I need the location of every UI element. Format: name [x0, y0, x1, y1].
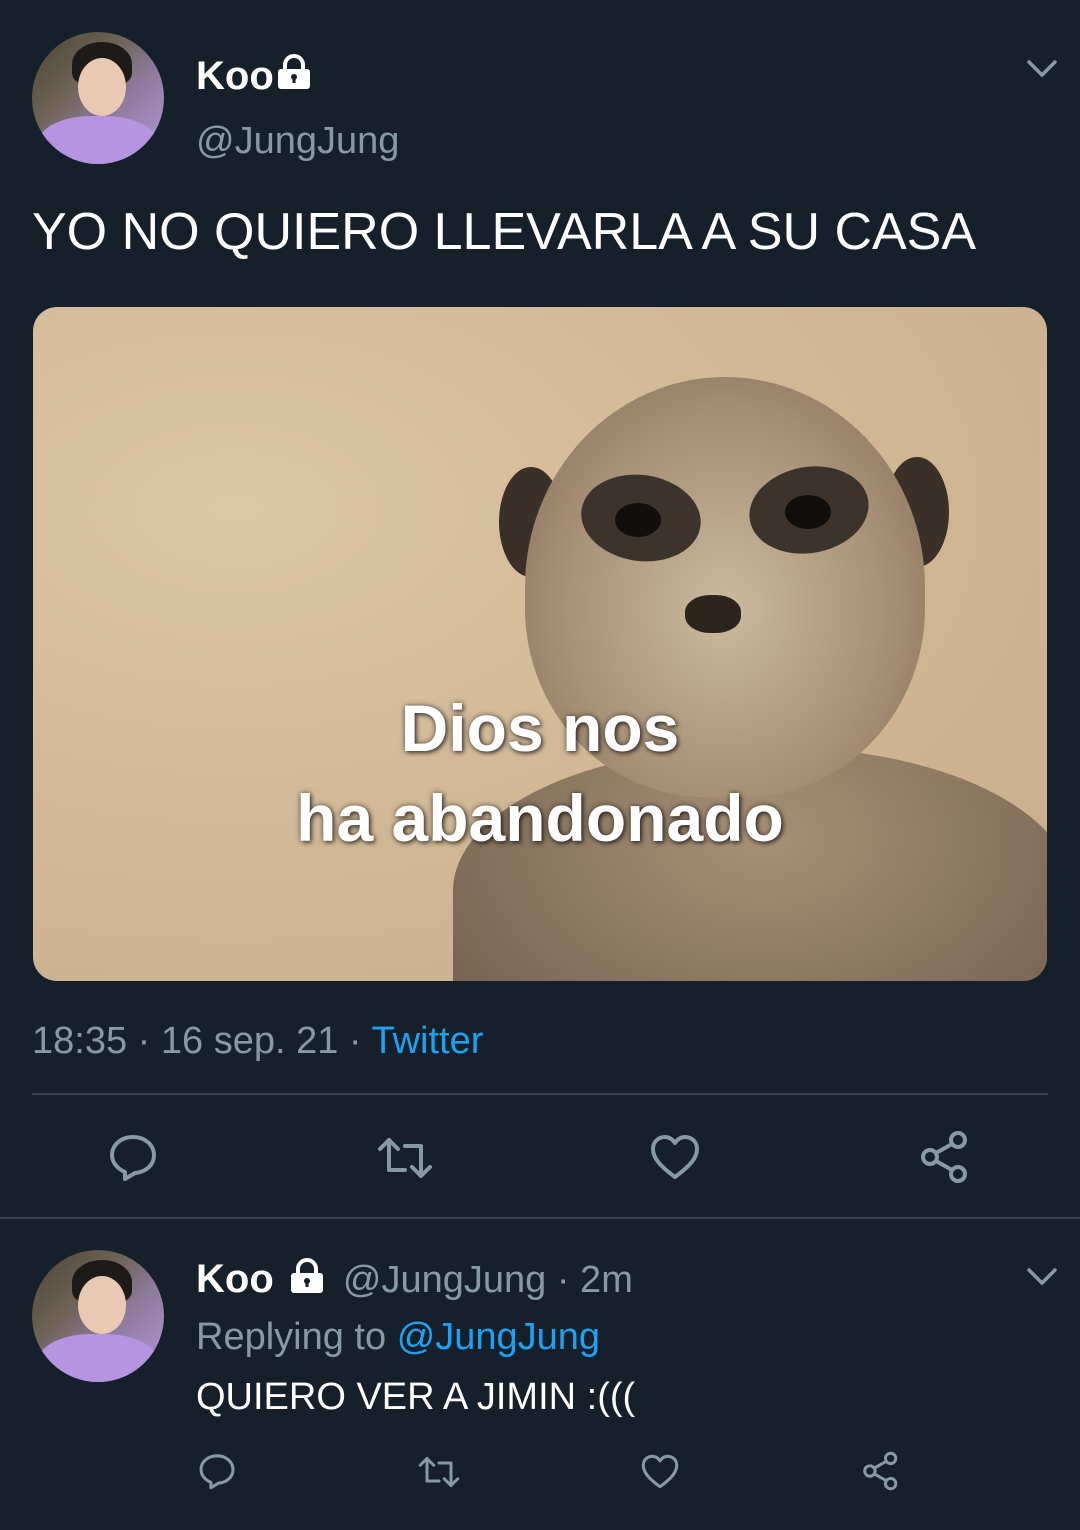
- section-divider: [0, 1217, 1080, 1219]
- retweet-icon[interactable]: [418, 1454, 460, 1490]
- tweet-image[interactable]: Dios nos ha abandonado: [33, 307, 1047, 981]
- lock-icon: [288, 1258, 326, 1305]
- tweet-source-link[interactable]: Twitter: [371, 1020, 483, 1062]
- user-handle[interactable]: @JungJung: [343, 1259, 546, 1301]
- tweet-meta: 18:35 · 16 sep. 21 · Twitter: [32, 1018, 483, 1064]
- tweet-age: · 2m: [556, 1259, 633, 1301]
- display-name[interactable]: Koo: [196, 1257, 274, 1301]
- tweet-date: 16 sep. 21: [160, 1020, 339, 1062]
- meta-separator: ·: [348, 1020, 362, 1062]
- like-icon[interactable]: [650, 1134, 700, 1180]
- meme-caption-line1: Dios nos: [400, 691, 680, 765]
- replying-to-handle[interactable]: @JungJung: [397, 1316, 600, 1358]
- meme-caption-line2: ha abandonado: [296, 781, 784, 855]
- tweet-text: YO NO QUIERO LLEVARLA A SU CASA: [32, 203, 977, 261]
- display-name[interactable]: Koo: [196, 52, 274, 100]
- meta-separator: ·: [137, 1020, 151, 1062]
- chevron-down-icon[interactable]: [1026, 58, 1058, 80]
- chevron-down-icon[interactable]: [1026, 1266, 1058, 1288]
- share-icon[interactable]: [918, 1130, 972, 1184]
- user-handle[interactable]: @JungJung: [196, 118, 399, 164]
- like-icon[interactable]: [641, 1454, 679, 1489]
- reply-icon[interactable]: [198, 1452, 236, 1490]
- share-icon[interactable]: [861, 1451, 901, 1491]
- reply-icon[interactable]: [108, 1132, 158, 1182]
- divider: [32, 1093, 1048, 1095]
- lock-icon: [275, 54, 313, 95]
- reply-text: QUIERO VER A JIMIN :(((: [196, 1376, 636, 1418]
- replying-to-label: Replying to: [196, 1316, 387, 1358]
- avatar[interactable]: [32, 32, 164, 164]
- replying-to: Replying to @JungJung: [196, 1314, 600, 1360]
- avatar[interactable]: [32, 1250, 164, 1382]
- retweet-icon[interactable]: [377, 1134, 433, 1182]
- tweet-time: 18:35: [32, 1020, 128, 1062]
- reply-header: Koo @JungJung · 2m: [196, 1256, 633, 1305]
